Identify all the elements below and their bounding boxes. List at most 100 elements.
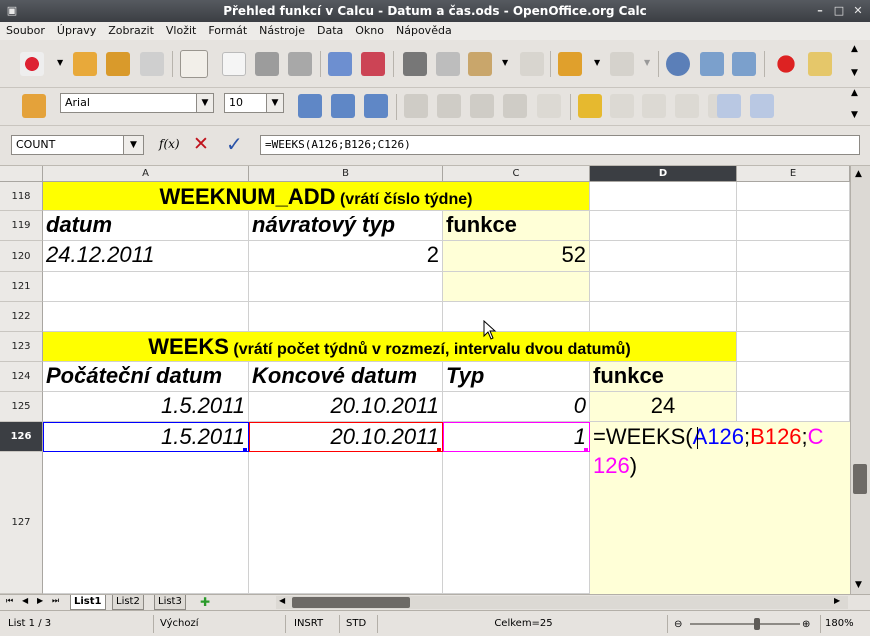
export-pdf-icon[interactable] <box>222 52 246 76</box>
cell-e125[interactable] <box>737 392 850 422</box>
paste-dropdown-icon[interactable]: ▼ <box>502 58 508 67</box>
cell-a123-merged[interactable]: WEEKS (vrátí počet týdnů v rozmezí, inte… <box>43 332 737 362</box>
toolbar-overflow-icon[interactable]: ▲ <box>851 88 858 98</box>
row-header-127[interactable]: 127 <box>0 452 43 594</box>
close-icon[interactable]: ✕ <box>850 3 866 19</box>
align-left-icon[interactable] <box>404 94 428 118</box>
row-header-121[interactable]: 121 <box>0 272 43 302</box>
sheet-tab-list3[interactable]: List3 <box>154 595 186 610</box>
cell-d125[interactable]: 24 <box>590 392 737 422</box>
toolbar-overflow-icon[interactable]: ▼ <box>851 68 858 78</box>
menu-okno[interactable]: Okno <box>355 22 384 40</box>
cell-c122[interactable] <box>443 302 590 332</box>
menu-upravy[interactable]: Úpravy <box>57 22 96 40</box>
new-dropdown-icon[interactable]: ▼ <box>57 58 63 67</box>
copy-icon[interactable] <box>436 52 460 76</box>
cell-c120[interactable]: 52 <box>443 241 590 272</box>
styles-formatting-icon[interactable] <box>22 94 46 118</box>
undo-dropdown-icon[interactable]: ▼ <box>594 58 600 67</box>
scroll-down-icon[interactable]: ▼ <box>855 580 862 590</box>
standard-format-icon[interactable] <box>642 94 666 118</box>
menu-data[interactable]: Data <box>317 22 343 40</box>
autospellcheck-icon[interactable] <box>361 52 385 76</box>
sheet-tab-list1[interactable]: List1 <box>70 595 106 610</box>
chevron-down-icon[interactable]: ▼ <box>266 94 283 112</box>
clone-formatting-icon[interactable] <box>520 52 544 76</box>
cell-d122[interactable] <box>590 302 737 332</box>
status-page-style[interactable]: Výchozí <box>156 615 286 633</box>
chart-icon[interactable] <box>774 52 798 76</box>
vertical-scrollbar[interactable]: ▲ ▼ <box>850 166 870 594</box>
menu-soubor[interactable]: Soubor <box>6 22 45 40</box>
hyperlink-icon[interactable] <box>666 52 690 76</box>
status-zoom[interactable]: 180% <box>820 615 866 633</box>
window-menu-icon[interactable]: ▣ <box>4 3 20 19</box>
cell-d120[interactable] <box>590 241 737 272</box>
column-header-corner[interactable] <box>0 166 43 182</box>
zoom-out-icon[interactable]: ⊖ <box>674 619 682 630</box>
menu-nastroje[interactable]: Nástroje <box>259 22 305 40</box>
cell-d126-editing[interactable]: =WEEKS(A126;B126;C 126) <box>590 422 850 594</box>
draw-functions-icon[interactable] <box>808 52 832 76</box>
cell-c127[interactable] <box>443 452 590 594</box>
decrease-indent-icon[interactable] <box>717 94 741 118</box>
row-header-124[interactable]: 124 <box>0 362 43 392</box>
justify-icon[interactable] <box>503 94 527 118</box>
currency-format-icon[interactable] <box>578 94 602 118</box>
underline-icon[interactable] <box>364 94 388 118</box>
open-icon[interactable] <box>73 52 97 76</box>
ref-handle-a126[interactable] <box>243 448 247 452</box>
cell-c124[interactable]: Typ <box>443 362 590 392</box>
redo-dropdown-icon[interactable]: ▼ <box>644 58 650 67</box>
bold-icon[interactable] <box>298 94 322 118</box>
minimize-icon[interactable]: – <box>812 3 828 19</box>
cell-e120[interactable] <box>737 241 850 272</box>
zoom-slider[interactable] <box>690 623 800 625</box>
cut-icon[interactable] <box>403 52 427 76</box>
sheet-tab-list2[interactable]: List2 <box>112 595 144 610</box>
email-icon[interactable] <box>140 52 164 76</box>
column-header-e[interactable]: E <box>737 166 850 182</box>
status-insert-mode[interactable]: INSRT <box>290 615 340 633</box>
cell-a125[interactable]: 1.5.2011 <box>43 392 249 422</box>
last-sheet-icon[interactable]: ⏭ <box>52 596 59 606</box>
row-header-119[interactable]: 119 <box>0 211 43 241</box>
row-header-122[interactable]: 122 <box>0 302 43 332</box>
vertical-scroll-thumb[interactable] <box>853 464 867 494</box>
cell-c126[interactable]: 1 <box>443 422 590 452</box>
cell-e123[interactable] <box>737 332 850 362</box>
cell-a118-merged[interactable]: WEEKNUM_ADD (vrátí číslo týdne) <box>43 182 590 211</box>
add-sheet-icon[interactable]: ✚ <box>196 596 214 609</box>
scroll-right-icon[interactable]: ▶ <box>834 596 840 605</box>
cell-b122[interactable] <box>249 302 443 332</box>
cell-d119[interactable] <box>590 211 737 241</box>
cell-a119[interactable]: datum <box>43 211 249 241</box>
column-header-d[interactable]: D <box>590 166 737 182</box>
cell-e119[interactable] <box>737 211 850 241</box>
row-header-118[interactable]: 118 <box>0 182 43 211</box>
align-center-icon[interactable] <box>437 94 461 118</box>
cell-a120[interactable]: 24.12.2011 <box>43 241 249 272</box>
menu-format[interactable]: Formát <box>208 22 247 40</box>
cell-b127[interactable] <box>249 452 443 594</box>
column-header-a[interactable]: A <box>43 166 249 182</box>
chevron-down-icon[interactable]: ▼ <box>196 94 213 112</box>
cell-b126[interactable]: 20.10.2011 <box>249 422 443 452</box>
spellcheck-icon[interactable] <box>328 52 352 76</box>
zoom-in-icon[interactable]: ⊕ <box>802 619 810 630</box>
cell-a127[interactable] <box>43 452 249 594</box>
percent-format-icon[interactable] <box>610 94 634 118</box>
undo-icon[interactable] <box>558 52 582 76</box>
new-document-icon[interactable] <box>20 52 44 76</box>
redo-icon[interactable] <box>610 52 634 76</box>
merge-cells-icon[interactable] <box>537 94 561 118</box>
maximize-icon[interactable]: □ <box>831 3 847 19</box>
italic-icon[interactable] <box>331 94 355 118</box>
menu-zobrazit[interactable]: Zobrazit <box>108 22 154 40</box>
edit-file-icon[interactable] <box>180 50 208 78</box>
ref-handle-b126[interactable] <box>437 448 441 452</box>
save-icon[interactable] <box>106 52 130 76</box>
horizontal-scrollbar[interactable]: ◀ ▶ <box>276 596 848 609</box>
cell-b125[interactable]: 20.10.2011 <box>249 392 443 422</box>
paste-icon[interactable] <box>468 52 492 76</box>
